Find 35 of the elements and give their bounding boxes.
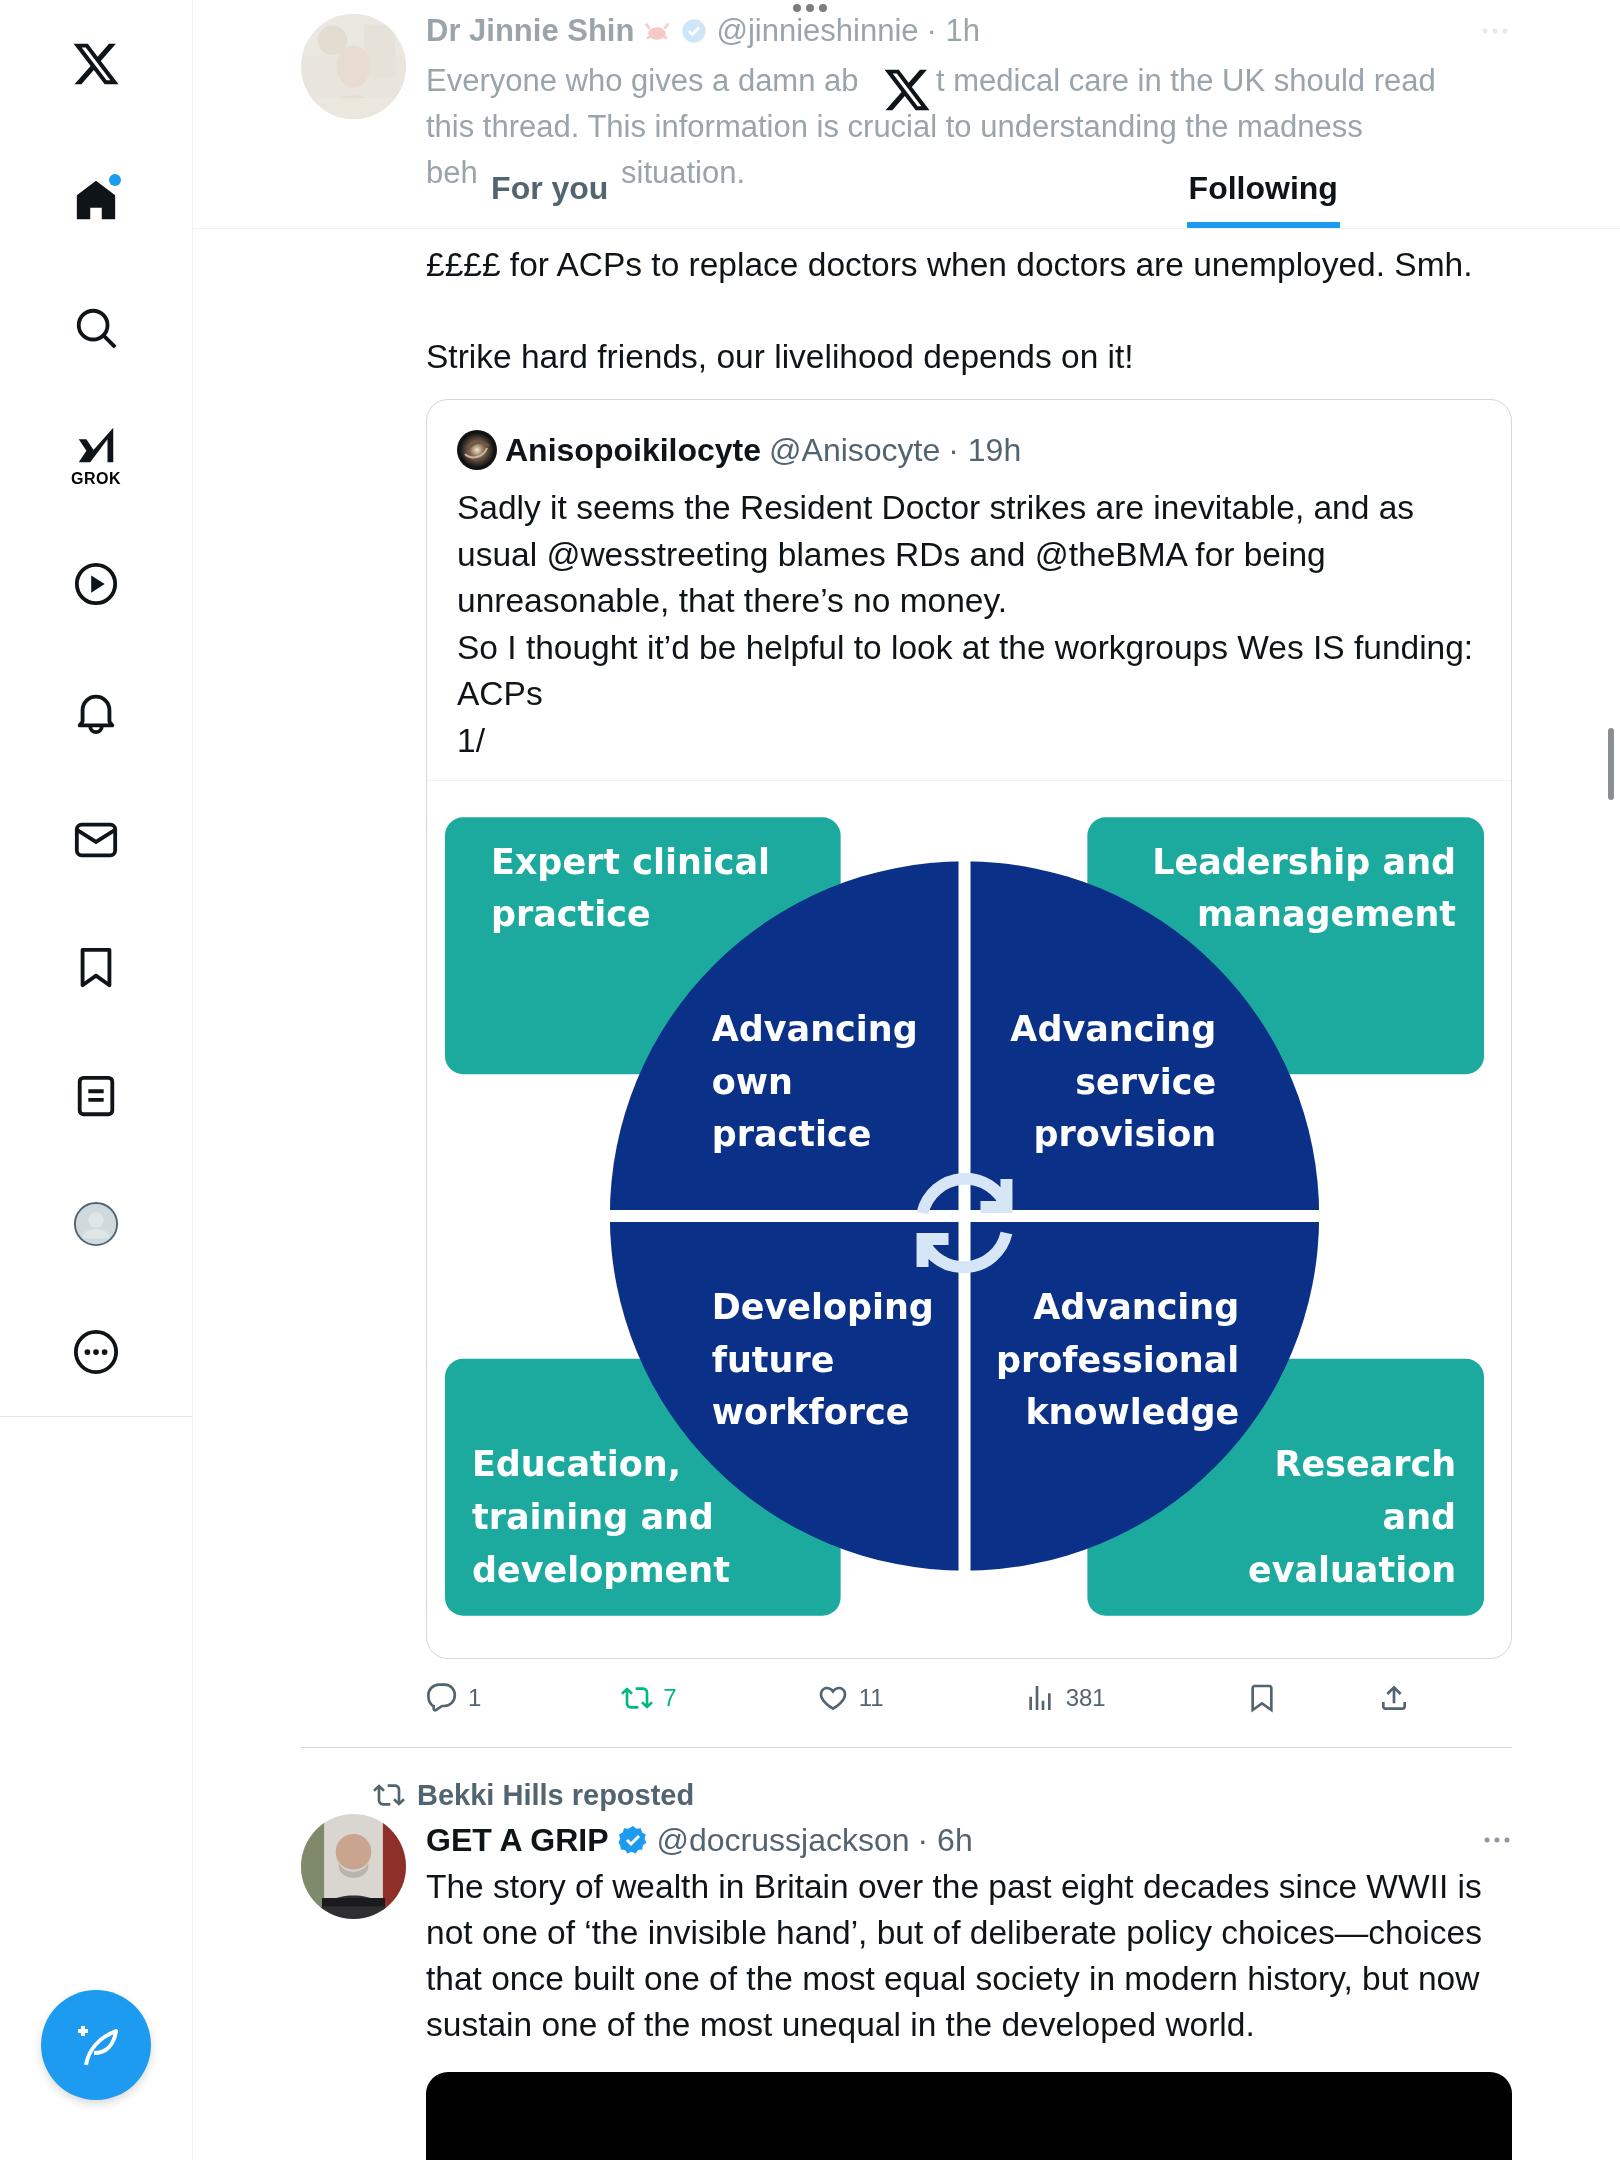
post-text: ££££ for ACPs to replace doctors when doctors are unemployed. Smh. Strike hard friends, our livelihood depends on it! bbox=[426, 245, 1474, 377]
repost-label[interactable]: Bekki Hills reposted bbox=[417, 1778, 695, 1812]
play-icon bbox=[73, 561, 119, 607]
quoted-post-card[interactable] bbox=[426, 399, 1512, 1659]
reply-button[interactable]: 1 bbox=[426, 1678, 482, 1718]
author-name: GET A GRIP bbox=[426, 1821, 609, 1859]
author-handle: @Anisocyte bbox=[769, 431, 941, 469]
scrollbar[interactable] bbox=[1608, 728, 1614, 800]
grok-label: GROK bbox=[71, 470, 121, 488]
multitask-handle-icon[interactable] bbox=[792, 3, 828, 13]
post-text: beh bbox=[426, 155, 478, 190]
post-text: this thread. This information is crucial to understanding the madness bbox=[426, 109, 1363, 144]
like-button[interactable]: 11 bbox=[816, 1678, 884, 1718]
timeline-tab[interactable]: Following bbox=[1186, 164, 1340, 228]
more-icon bbox=[73, 1329, 119, 1375]
speech-bubble-icon bbox=[426, 1682, 458, 1714]
author-handle: @docrussjackson bbox=[656, 1821, 910, 1859]
post-text: t medical care in the UK should read bbox=[936, 63, 1436, 98]
post-text: Everyone who gives a damn ab bbox=[426, 63, 859, 98]
post-time: · 19h bbox=[948, 431, 1022, 469]
grok-button[interactable]: GROK bbox=[65, 418, 127, 494]
more-icon bbox=[1480, 26, 1510, 36]
timeline-tab[interactable]: For you bbox=[489, 164, 611, 228]
quoted-post-text: Sadly it seems the Resident Doctor strikes are inevitable, and as usual @wesstreeting blames RDs and @theBMA for being unreasonable, that there’s no money. So I thought it’d be helpful to look at the workgroups Wes IS funding: ACPs 1/ bbox=[457, 488, 1475, 761]
compose-button[interactable] bbox=[41, 1990, 151, 2100]
post-text: situation. bbox=[621, 155, 746, 190]
author-name: Dr Jinnie Shin bbox=[426, 13, 635, 49]
more-icon[interactable] bbox=[1482, 1835, 1512, 1845]
post-text: The story of wealth in Britain over the past eight decades since WWII is not one of ‘the invisible hand’, but of deliberate policy choices—choices that once built one of the most equal society in modern history, but now sustain one of the most unequal in the developed world. bbox=[426, 1867, 1483, 2045]
post-time: · 6h bbox=[917, 1821, 973, 1859]
post-time: · 1h bbox=[926, 13, 980, 49]
avatar-icon bbox=[73, 1201, 119, 1247]
author-handle: @jinnieshinnie bbox=[716, 13, 919, 49]
author-name: Anisopoikilocyte bbox=[505, 431, 762, 469]
views-button[interactable]: 381 bbox=[1023, 1678, 1106, 1718]
